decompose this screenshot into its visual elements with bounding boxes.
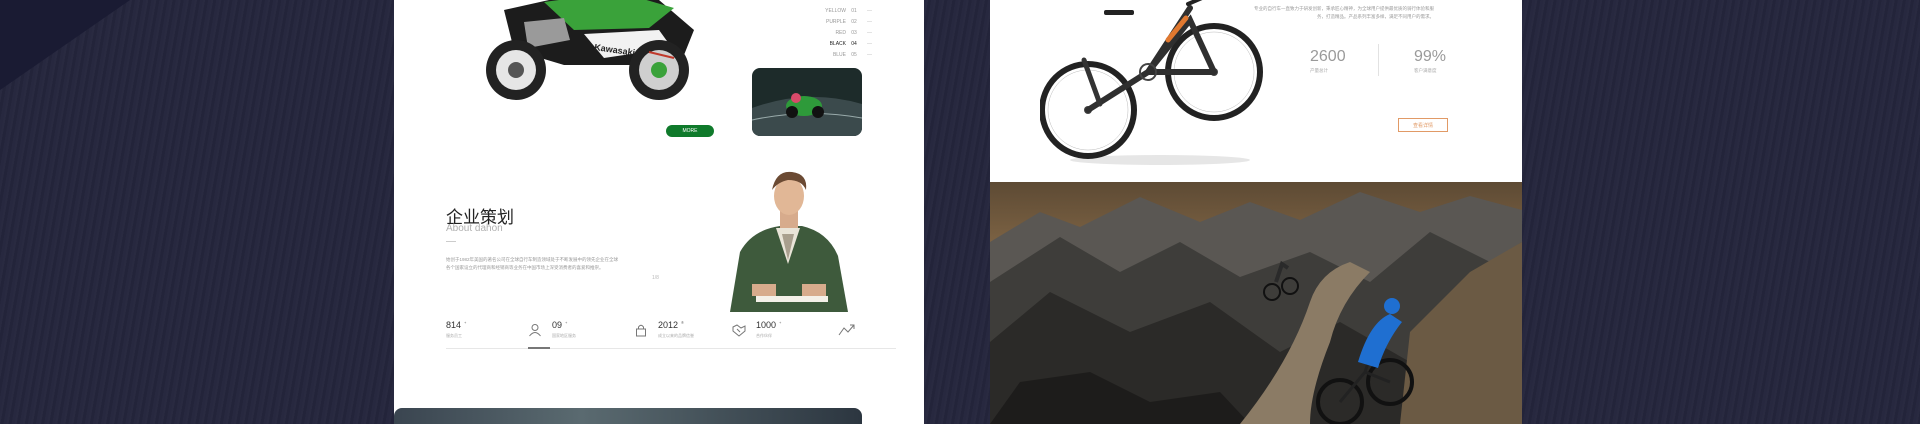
next-section-banner bbox=[394, 408, 862, 424]
stat-divider bbox=[1378, 44, 1379, 76]
stat-label: 合作伙伴 bbox=[756, 333, 772, 338]
bike-stat-satisfaction: 99% 客户满意度 bbox=[1414, 48, 1446, 74]
color-dash: — bbox=[867, 7, 872, 14]
stat-label: 客户满意度 bbox=[1414, 68, 1437, 73]
motorcycle-image: Kawasaki bbox=[444, 0, 714, 100]
businessman-photo bbox=[722, 160, 854, 312]
stat-partners: 1000 + 合作伙伴 bbox=[756, 320, 781, 350]
color-selector: YELLOW 01 — PURPLE 02 — RED 03 — BLACK 04 — BLUE… bbox=[812, 5, 872, 60]
lock-icon bbox=[634, 323, 648, 337]
title-divider bbox=[446, 241, 456, 242]
stat-founded: 2012 ® 成立以来的品牌信誉 bbox=[658, 320, 694, 350]
stat-value: 09 bbox=[552, 320, 563, 330]
color-dash: — bbox=[867, 18, 872, 25]
pager-indicator: 1/8 bbox=[652, 275, 659, 281]
person-icon bbox=[528, 323, 542, 337]
stat-sup: + bbox=[565, 320, 568, 325]
stat-value: 99% bbox=[1414, 48, 1447, 65]
stat-value: 1000 bbox=[756, 320, 777, 330]
color-name: BLACK bbox=[829, 40, 846, 47]
more-button[interactable]: MORE bbox=[666, 125, 714, 137]
stat-label: 产量总计 bbox=[1310, 68, 1328, 73]
bike-stat-output: 2600 产量总计 bbox=[1310, 48, 1346, 74]
stat-regions: 09 + 国家地区服务 bbox=[552, 320, 576, 350]
color-option[interactable]: YELLOW 01 — bbox=[812, 5, 872, 16]
stat-sup: + bbox=[779, 320, 782, 325]
stat-label: 国家地区服务 bbox=[552, 333, 576, 338]
bike-description: 专业的自行车一直致力于研发创新，秉承匠心精神，为全球用户提供最优质的骑行体验和服… bbox=[1254, 6, 1434, 19]
stat-value: 2012 bbox=[658, 320, 679, 330]
stat-sup: + bbox=[464, 320, 467, 325]
color-number: 01 bbox=[851, 7, 857, 14]
stats-bar: 814 + 服务员工 09 + 国家地区服务 2012 ® 成立以来的品牌信誉 100… bbox=[446, 320, 896, 350]
color-option[interactable]: RED 03 — bbox=[812, 27, 872, 38]
color-option-active[interactable]: BLACK 04 — bbox=[812, 38, 872, 49]
race-thumbnail[interactable] bbox=[752, 68, 862, 136]
color-number: 05 bbox=[851, 51, 857, 58]
color-number: 03 bbox=[851, 29, 857, 36]
stat-value: 814 bbox=[446, 320, 462, 330]
section-description: 始创于1982年美国的著名公司在全球自行车制造领域处于不断发展中的领先企业在全球… bbox=[446, 257, 619, 270]
color-number: 04 bbox=[851, 40, 857, 47]
view-details-button[interactable]: 查看详情 bbox=[1398, 118, 1448, 132]
color-name: BLUE bbox=[832, 51, 846, 58]
stats-active-indicator bbox=[528, 347, 550, 349]
color-dash: — bbox=[867, 51, 872, 58]
left-design-panel: Kawasaki YELLOW 01 — PURPLE 02 — RED 03 — BLAC… bbox=[394, 0, 924, 424]
color-option[interactable]: PURPLE 02 — bbox=[812, 16, 872, 27]
stat-label: 成立以来的品牌信誉 bbox=[658, 333, 694, 338]
stat-employees: 814 + 服务员工 bbox=[446, 320, 466, 350]
color-name: PURPLE bbox=[825, 18, 846, 25]
corner-decoration bbox=[0, 0, 130, 90]
handshake-icon bbox=[732, 323, 746, 337]
right-design-panel: 专业的自行车一直致力于研发创新，秉承匠心精神，为全球用户提供最优质的骑行体验和服… bbox=[990, 0, 1522, 424]
stat-value: 2600 bbox=[1310, 48, 1346, 65]
trend-icon bbox=[838, 323, 855, 337]
color-option[interactable]: BLUE 05 — bbox=[812, 49, 872, 60]
bicycle-image bbox=[1039, 0, 1266, 168]
color-dash: — bbox=[867, 29, 872, 36]
color-dash: — bbox=[867, 40, 872, 47]
mountain-biker-photo bbox=[990, 182, 1522, 424]
section-subtitle: About dahon bbox=[446, 223, 503, 234]
stat-sup: ® bbox=[681, 320, 684, 325]
stats-divider bbox=[446, 348, 896, 349]
color-number: 02 bbox=[851, 18, 857, 25]
color-name: RED bbox=[835, 29, 846, 36]
color-name: YELLOW bbox=[825, 7, 846, 14]
stat-label: 服务员工 bbox=[446, 333, 462, 338]
